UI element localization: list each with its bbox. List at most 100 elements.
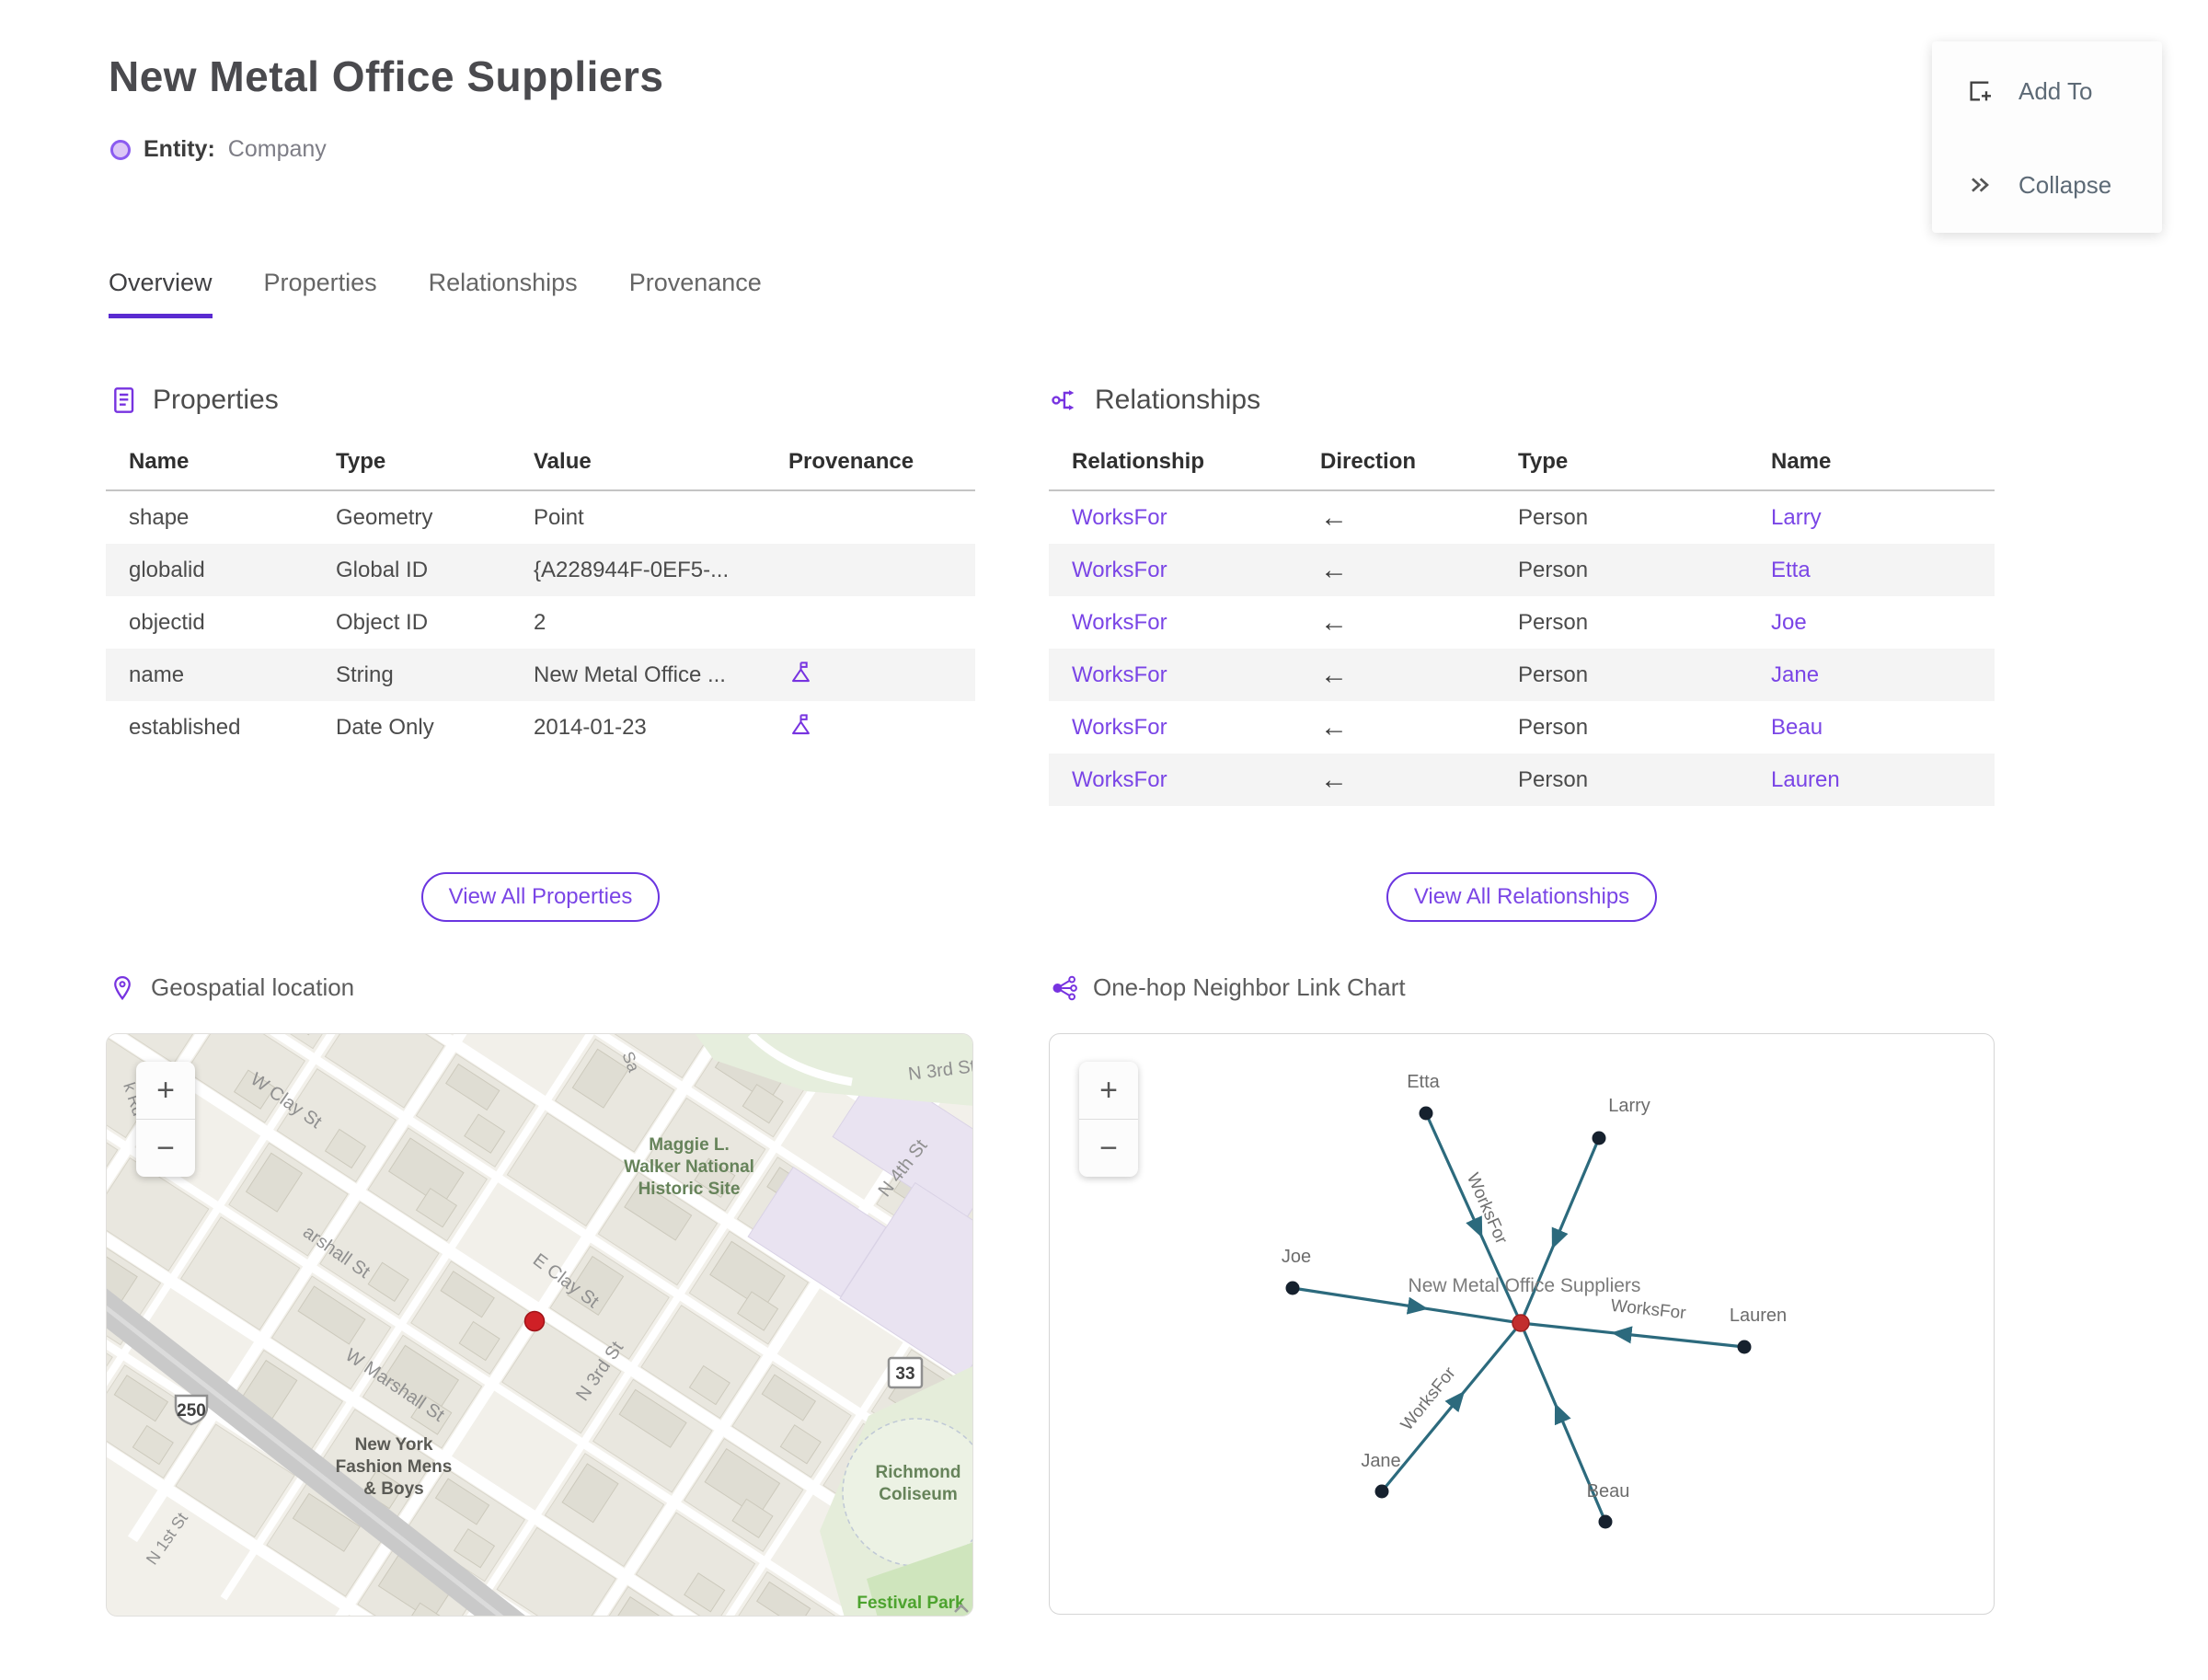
chart-node-label: Beau	[1587, 1481, 1630, 1502]
chart-edge[interactable]	[1380, 1321, 1523, 1493]
col-relationship: Relationship	[1072, 449, 1205, 474]
rel-type: Person	[1518, 766, 1589, 792]
map-canvas[interactable]: 33250 k Rd W Clay StSaarshall StW Marshal…	[107, 1034, 973, 1617]
tab-provenance[interactable]: Provenance	[629, 269, 762, 318]
provenance-flag-icon[interactable]	[788, 661, 813, 690]
prop-value: {A228944F-0EF5-...	[534, 557, 730, 582]
prop-name: objectid	[129, 609, 205, 635]
properties-table: Name Type Value Provenance shape Geometry…	[106, 449, 975, 754]
relationships-table-body: WorksFor ← Person Larry WorksFor ← Person Etta W…	[1049, 491, 1995, 806]
prop-name: name	[129, 662, 185, 687]
chart-center-node[interactable]	[1512, 1314, 1530, 1332]
prop-name: globalid	[129, 557, 205, 582]
properties-table-header: Name Type Value Provenance	[106, 449, 975, 491]
view-all-properties-button[interactable]: View All Properties	[420, 872, 661, 922]
table-row: name String New Metal Office ...	[106, 649, 975, 701]
map-zoom-in-button[interactable]: +	[136, 1062, 195, 1120]
link-chart-panel[interactable]: + − Etta Larry Joe Lauren Jane Beau New Metal …	[1049, 1033, 1995, 1615]
chart-node-label: Joe	[1282, 1247, 1311, 1267]
chart-edge-label: WorksFor	[1610, 1296, 1687, 1324]
col-value: Value	[534, 449, 592, 474]
relationship-link[interactable]: WorksFor	[1072, 610, 1167, 635]
prop-type: Date Only	[336, 714, 434, 740]
relationships-section-title: Relationships	[1095, 385, 1261, 415]
col-rel-type: Type	[1518, 449, 1569, 474]
properties-sheet-icon	[109, 385, 138, 415]
svg-text:250: 250	[177, 1401, 206, 1421]
relationship-link[interactable]: WorksFor	[1072, 558, 1167, 582]
relationship-link[interactable]: WorksFor	[1072, 715, 1167, 740]
link-chart-canvas[interactable]: Etta Larry Joe Lauren Jane Beau New Metal Offi…	[1050, 1034, 1995, 1615]
add-to-label: Add To	[2018, 76, 2093, 105]
direction-arrow: ←	[1320, 764, 1348, 795]
actions-panel: Add To Collapse	[1932, 41, 2162, 233]
chart-node[interactable]	[1737, 1340, 1752, 1354]
geospatial-section-title: Geospatial location	[151, 973, 355, 1001]
table-row: established Date Only 2014-01-23	[106, 701, 975, 754]
map-label: Maggie L.	[649, 1135, 730, 1155]
chart-node-label: Larry	[1608, 1096, 1650, 1116]
geospatial-map[interactable]: + − 33 250 k Rd W Clay St Sa arshall St …	[106, 1033, 973, 1617]
prop-value: Point	[534, 504, 584, 530]
tab-overview[interactable]: Overview	[109, 269, 213, 318]
chart-node[interactable]	[1592, 1131, 1606, 1145]
rel-type: Person	[1518, 504, 1589, 530]
prop-type: String	[336, 662, 394, 687]
collapse-button[interactable]: Collapse	[1965, 170, 2111, 200]
prop-value: 2	[534, 609, 546, 635]
chart-zoom-out-button[interactable]: −	[1079, 1120, 1138, 1177]
geospatial-section-header: Geospatial location	[109, 973, 354, 1002]
chart-node[interactable]	[1419, 1106, 1433, 1121]
chart-node[interactable]	[1285, 1281, 1300, 1295]
prop-type: Global ID	[336, 557, 429, 582]
map-zoom-out-button[interactable]: −	[136, 1120, 195, 1177]
table-row: shape Geometry Point	[106, 491, 975, 544]
chart-node-label: Lauren	[1730, 1306, 1787, 1326]
entity-name-link[interactable]: Joe	[1771, 610, 1807, 635]
table-row: WorksFor ← Person Etta	[1049, 544, 1995, 596]
relationships-table: Relationship Direction Type Name WorksFo…	[1049, 449, 1995, 806]
relationships-branch-icon	[1051, 385, 1080, 415]
map-label: New York	[355, 1435, 433, 1455]
relationship-link[interactable]: WorksFor	[1072, 662, 1167, 687]
map-zoom-widget: + −	[136, 1062, 195, 1177]
col-name: Name	[129, 449, 190, 474]
entity-label: Entity:	[144, 136, 215, 162]
map-label: Historic Site	[638, 1179, 741, 1199]
provenance-flag-icon[interactable]	[788, 713, 813, 742]
map-label: & Boys	[363, 1479, 423, 1499]
prop-value: New Metal Office ...	[534, 662, 726, 687]
direction-arrow: ←	[1320, 501, 1348, 533]
map-label: Walker National	[624, 1157, 754, 1177]
col-direction: Direction	[1320, 449, 1417, 474]
table-row: WorksFor ← Person Beau	[1049, 701, 1995, 754]
chart-edge[interactable]	[1520, 1321, 1745, 1349]
prop-value: 2014-01-23	[534, 714, 647, 740]
svg-text:33: 33	[895, 1364, 914, 1384]
add-to-button[interactable]: Add To	[1965, 76, 2092, 106]
entity-name-link[interactable]: Lauren	[1771, 767, 1840, 792]
entity-name-link[interactable]: Larry	[1771, 505, 1822, 530]
tab-relationships[interactable]: Relationships	[429, 269, 578, 318]
table-row: WorksFor ← Person Larry	[1049, 491, 1995, 544]
chart-zoom-in-button[interactable]: +	[1079, 1062, 1138, 1120]
table-row: WorksFor ← Person Jane	[1049, 649, 1995, 701]
map-label: Fashion Mens	[336, 1457, 453, 1477]
relationships-table-header: Relationship Direction Type Name	[1049, 449, 1995, 491]
collapse-label: Collapse	[2018, 170, 2112, 199]
entity-name-link[interactable]: Etta	[1771, 558, 1811, 582]
tab-properties[interactable]: Properties	[264, 269, 377, 318]
chevrons-right-icon	[1965, 170, 1995, 200]
entity-name-link[interactable]: Beau	[1771, 715, 1823, 740]
chart-node[interactable]	[1374, 1484, 1389, 1499]
map-label: Coliseum	[879, 1485, 958, 1504]
entity-type-value: Company	[227, 136, 327, 162]
chart-node[interactable]	[1598, 1514, 1613, 1529]
relationships-section-header: Relationships	[1051, 385, 1260, 416]
entity-details-page: New Metal Office Suppliers Entity: Compa…	[0, 0, 2208, 1680]
link-chart-icon	[1051, 974, 1078, 1002]
entity-name-link[interactable]: Jane	[1771, 662, 1819, 687]
relationship-link[interactable]: WorksFor	[1072, 505, 1167, 530]
view-all-relationships-button[interactable]: View All Relationships	[1386, 872, 1658, 922]
relationship-link[interactable]: WorksFor	[1072, 767, 1167, 792]
